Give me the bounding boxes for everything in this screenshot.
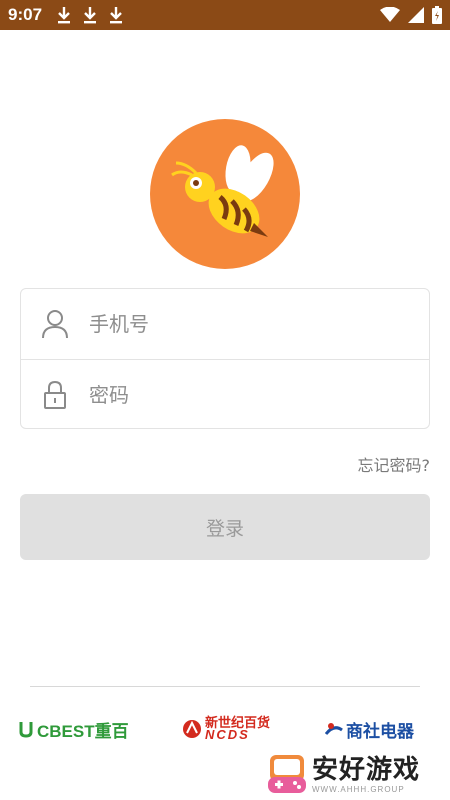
download-icon <box>58 7 71 24</box>
partner-shangshe-logo: 商社电器 <box>325 715 414 743</box>
shangshe-mark-icon <box>325 723 343 735</box>
password-input[interactable] <box>89 375 419 415</box>
status-time: 9:07 <box>8 5 43 24</box>
watermark-title: 安好游戏 <box>312 754 421 785</box>
watermark: 安好游戏 WWW.AHHH.GROUP <box>266 751 446 797</box>
forgot-password-link[interactable]: 忘记密码? <box>358 452 431 476</box>
footer-divider <box>30 686 420 687</box>
bee-logo-icon <box>150 119 300 269</box>
wifi-icon <box>380 7 400 22</box>
phone-field-row <box>21 289 429 359</box>
ncds-en-label: NCDS <box>205 727 250 742</box>
ncds-mark-icon <box>183 720 201 738</box>
phone-input[interactable] <box>89 304 419 344</box>
lock-icon <box>44 380 66 409</box>
cbest-mark-icon <box>19 722 33 738</box>
battery-icon <box>432 6 442 24</box>
cbest-label: CBEST重百 <box>37 721 129 741</box>
login-button[interactable]: 登录 <box>20 494 430 560</box>
status-bar: 9:07 <box>0 0 450 30</box>
partner-cbest-logo: CBEST重百 <box>18 715 129 743</box>
signal-icon <box>408 7 424 23</box>
gamepad-logo-icon <box>268 755 306 793</box>
shangshe-label: 商社电器 <box>346 721 414 741</box>
user-icon <box>42 310 68 339</box>
login-form <box>20 288 430 429</box>
download-icon <box>84 7 97 24</box>
watermark-subtitle: WWW.AHHH.GROUP <box>312 784 405 794</box>
download-icon <box>110 7 123 24</box>
partner-ncds-logo: 新世纪百货 NCDS <box>182 715 270 743</box>
password-field-row <box>21 359 429 429</box>
